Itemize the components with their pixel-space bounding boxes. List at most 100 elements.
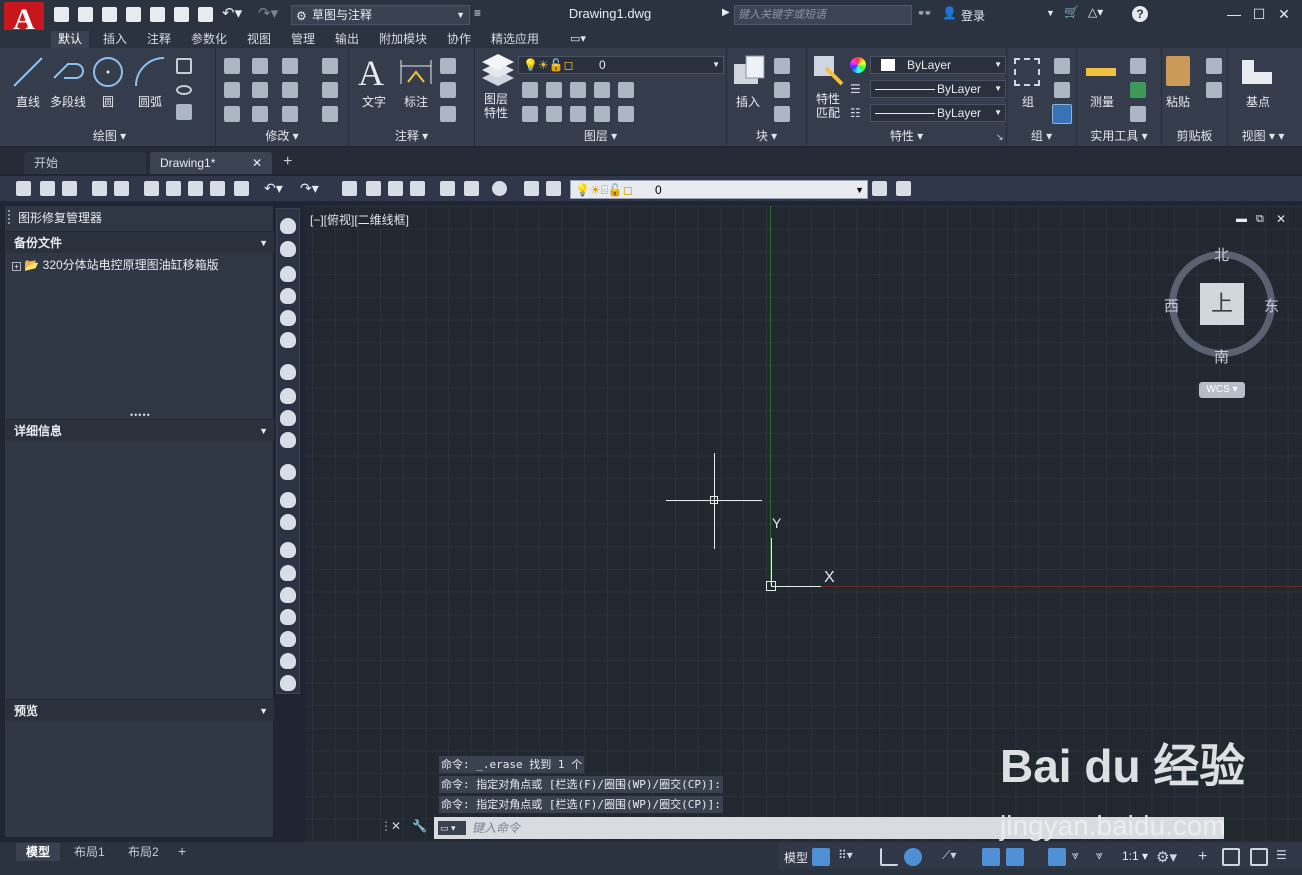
close-tab-icon[interactable]: ✕ [252,152,262,174]
vtool-7-icon[interactable] [280,364,296,380]
layer-tool-2-icon[interactable] [546,82,562,98]
leader-icon[interactable] [440,82,456,98]
open-web-icon[interactable] [150,7,165,22]
tb-layer-tool-icon[interactable] [872,181,887,196]
tb-open-icon[interactable] [40,181,55,196]
close-icon[interactable]: ✕ [1274,4,1294,24]
command-close-icon[interactable]: ✕ [391,819,401,833]
move-icon[interactable] [224,58,240,74]
edit-block-icon[interactable] [774,82,790,98]
polyline-button[interactable]: 多段线 [46,93,90,110]
toolbar-layer-dropdown[interactable]: 💡☀⌸🔓◻ 0 ▼ [570,180,868,199]
line-button[interactable]: 直线 [10,93,46,110]
annotation-visibility-icon[interactable] [1048,848,1066,866]
group-select-icon[interactable] [1052,104,1072,124]
block-panel-label[interactable]: 块 ▾ [727,127,806,144]
vtool-13-icon[interactable] [280,514,296,530]
annotation-scale-icon[interactable]: ⩔ [1096,848,1114,866]
ortho-icon[interactable] [880,848,898,866]
layer-tool-5-icon[interactable] [618,82,634,98]
auto-scale-icon[interactable]: ⩔ [1072,848,1090,866]
model-space-button[interactable]: 模型 [784,849,808,866]
linetype-dropdown[interactable]: ByLayer ▼ [870,80,1006,98]
vtool-9-icon[interactable] [280,410,296,426]
tab-addins[interactable]: 附加模块 [372,31,434,48]
properties-panel-label[interactable]: 特性 ▾ [807,127,1006,144]
layout-tab-2[interactable]: 布局2 [118,843,169,861]
layer-tool-3-icon[interactable] [570,82,586,98]
customize-status-icon[interactable]: ☰ [1276,848,1294,866]
vtool-2-icon[interactable] [280,241,296,257]
search-expand-icon[interactable]: ▶ [722,7,730,18]
vtool-3-icon[interactable] [280,266,296,282]
save-as-icon[interactable] [126,7,141,22]
calculator-icon[interactable] [1130,106,1146,122]
minimize-icon[interactable]: — [1224,4,1244,24]
isolate-icon[interactable] [1222,848,1240,866]
add-layout-icon[interactable]: + [178,843,186,859]
match-properties-button[interactable]: 特性 匹配 [810,92,846,120]
hatch-icon[interactable] [176,104,192,120]
trim-icon[interactable] [282,58,298,74]
open-icon[interactable] [78,7,93,22]
tab-output[interactable]: 输出 [328,31,366,48]
insert-button[interactable]: 插入 [730,93,766,110]
cut-icon[interactable] [1206,58,1222,74]
clipboard-panel-label[interactable]: 剪贴板 [1162,127,1227,144]
save-web-icon[interactable] [174,7,189,22]
tab-insert[interactable]: 插入 [96,31,134,48]
palette-grip[interactable] [8,210,12,224]
copy-clip-icon[interactable] [1206,82,1222,98]
customize-qa-icon[interactable]: ≡ [474,6,481,20]
tb-preview-icon[interactable] [114,181,129,196]
layer-tool-1-icon[interactable] [522,82,538,98]
arc-button[interactable]: 圆弧 [132,93,168,110]
undo-icon[interactable]: ↶▾ [222,4,242,22]
annotation-panel-label[interactable]: 注释 ▾ [349,127,474,144]
tb-redo-icon[interactable]: ↷▾ [300,180,319,197]
compass-south[interactable]: 南 [1214,346,1229,367]
layers-panel-label[interactable]: 图层 ▾ [475,127,726,144]
tb-print-icon[interactable] [92,181,107,196]
command-prompt-icon[interactable]: ▭ ▾ [438,821,466,835]
tb-properties-icon[interactable] [440,181,455,196]
tb-match-icon[interactable] [210,181,225,196]
modify-panel-label[interactable]: 修改 ▾ [216,127,348,144]
tb-eraser-icon[interactable] [234,181,249,196]
tb-help-2-icon[interactable] [524,181,539,196]
doc-tab-start[interactable]: 开始 [24,152,146,174]
groups-panel-label[interactable]: 组 ▾ [1007,127,1076,144]
compass-north[interactable]: 北 [1214,244,1229,265]
search-input[interactable]: 键入关键字或短语 [734,5,912,25]
quick-select-icon[interactable] [1130,58,1146,74]
scale-icon[interactable] [252,106,268,122]
copy-icon[interactable] [224,82,240,98]
tb-zoom-realtime-icon[interactable] [366,181,381,196]
print-icon[interactable] [198,7,213,22]
line-icon[interactable] [10,54,46,90]
vtool-20-icon[interactable] [280,675,296,691]
mirror-icon[interactable] [252,82,268,98]
offset-icon[interactable] [322,106,338,122]
vtool-19-icon[interactable] [280,653,296,669]
layout-tab-model[interactable]: 模型 [16,843,61,861]
circle-button[interactable]: 圆 [90,93,126,110]
create-block-icon[interactable] [774,58,790,74]
vtool-4-icon[interactable] [280,288,296,304]
tb-help-1-icon[interactable] [166,181,181,196]
annotation-monitor-icon[interactable]: + [1198,848,1216,866]
help-icon[interactable]: ? [1132,6,1148,22]
tab-collaborate[interactable]: 协作 [440,31,478,48]
draw-panel-label[interactable]: 绘图 ▾ [4,127,215,144]
ungroup-icon[interactable] [1054,58,1070,74]
isodraft-icon[interactable]: ⟋▾ [942,848,960,866]
text-icon[interactable]: A [358,52,384,94]
dimension-icon[interactable] [398,56,434,88]
polar-icon[interactable] [904,848,922,866]
tb-calculator-icon[interactable] [464,181,479,196]
tab-parametric[interactable]: 参数化 [184,31,234,48]
ribbon-toggle-icon[interactable]: ▭▾ [570,32,586,45]
layer-properties-button[interactable]: 图层 特性 [478,92,514,120]
properties-launcher-icon[interactable]: ↘ [996,132,1004,143]
fillet-icon[interactable] [282,82,298,98]
